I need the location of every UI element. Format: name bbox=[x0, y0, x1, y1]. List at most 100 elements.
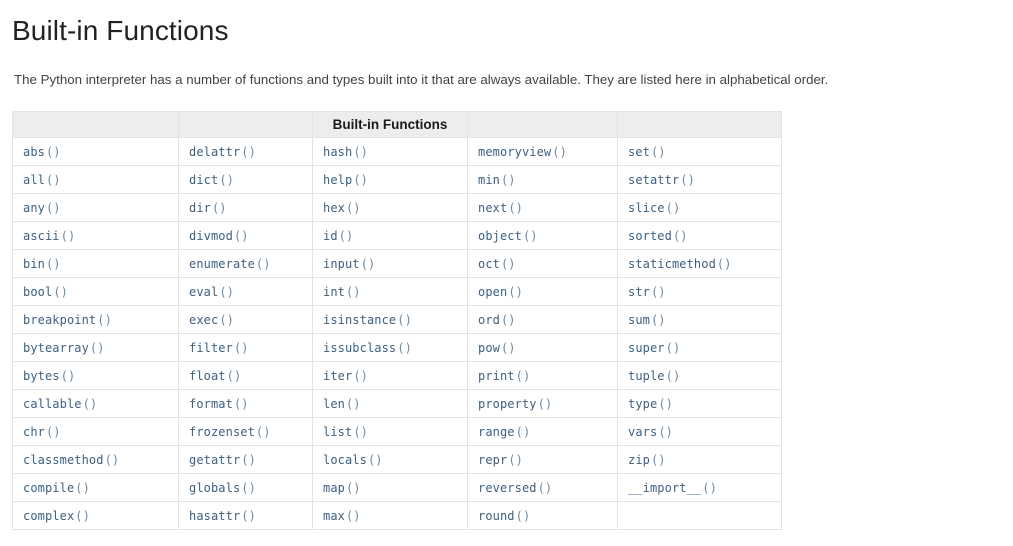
function-link[interactable]: divmod() bbox=[189, 229, 249, 243]
function-cell[interactable]: bytearray() bbox=[12, 333, 179, 362]
function-link[interactable]: dir() bbox=[189, 201, 227, 215]
function-cell[interactable]: zip() bbox=[617, 445, 782, 474]
function-cell[interactable]: sum() bbox=[617, 305, 782, 334]
function-cell[interactable]: float() bbox=[178, 361, 313, 390]
function-link[interactable]: hex() bbox=[323, 201, 361, 215]
function-cell[interactable]: reversed() bbox=[467, 473, 618, 502]
function-link[interactable]: slice() bbox=[628, 201, 680, 215]
function-link[interactable]: vars() bbox=[628, 425, 673, 439]
function-link[interactable]: oct() bbox=[478, 257, 516, 271]
function-link[interactable]: float() bbox=[189, 369, 241, 383]
function-cell[interactable]: max() bbox=[312, 501, 468, 530]
function-link[interactable]: frozenset() bbox=[189, 425, 271, 439]
function-link[interactable]: type() bbox=[628, 397, 673, 411]
function-cell[interactable]: enumerate() bbox=[178, 249, 313, 278]
function-link[interactable]: max() bbox=[323, 509, 361, 523]
function-cell[interactable]: str() bbox=[617, 277, 782, 306]
function-cell[interactable]: tuple() bbox=[617, 361, 782, 390]
function-cell[interactable]: sorted() bbox=[617, 221, 782, 250]
function-link[interactable]: setattr() bbox=[628, 173, 695, 187]
function-cell[interactable]: issubclass() bbox=[312, 333, 468, 362]
function-link[interactable]: compile() bbox=[23, 481, 90, 495]
function-cell[interactable]: bool() bbox=[12, 277, 179, 306]
function-cell[interactable]: repr() bbox=[467, 445, 618, 474]
function-cell[interactable]: locals() bbox=[312, 445, 468, 474]
function-link[interactable]: iter() bbox=[323, 369, 368, 383]
function-cell[interactable]: pow() bbox=[467, 333, 618, 362]
function-cell[interactable]: filter() bbox=[178, 333, 313, 362]
function-link[interactable]: any() bbox=[23, 201, 61, 215]
function-link[interactable]: locals() bbox=[323, 453, 383, 467]
function-cell[interactable]: any() bbox=[12, 193, 179, 222]
function-link[interactable]: input() bbox=[323, 257, 375, 271]
function-cell[interactable]: set() bbox=[617, 137, 782, 166]
function-link[interactable]: print() bbox=[478, 369, 530, 383]
function-link[interactable]: globals() bbox=[189, 481, 256, 495]
function-cell[interactable]: len() bbox=[312, 389, 468, 418]
function-link[interactable]: filter() bbox=[189, 341, 249, 355]
function-cell[interactable]: next() bbox=[467, 193, 618, 222]
function-cell[interactable]: breakpoint() bbox=[12, 305, 179, 334]
function-link[interactable]: __import__() bbox=[628, 481, 717, 495]
function-cell[interactable]: int() bbox=[312, 277, 468, 306]
function-link[interactable]: staticmethod() bbox=[628, 257, 732, 271]
function-cell[interactable]: hash() bbox=[312, 137, 468, 166]
function-link[interactable]: memoryview() bbox=[478, 145, 567, 159]
function-link[interactable]: bytes() bbox=[23, 369, 75, 383]
function-link[interactable]: help() bbox=[323, 173, 368, 187]
function-link[interactable]: pow() bbox=[478, 341, 516, 355]
function-link[interactable]: range() bbox=[478, 425, 530, 439]
function-cell[interactable]: id() bbox=[312, 221, 468, 250]
function-cell[interactable]: print() bbox=[467, 361, 618, 390]
function-cell[interactable]: bytes() bbox=[12, 361, 179, 390]
function-cell[interactable]: setattr() bbox=[617, 165, 782, 194]
function-link[interactable]: zip() bbox=[628, 453, 666, 467]
function-cell[interactable]: map() bbox=[312, 473, 468, 502]
function-cell[interactable]: delattr() bbox=[178, 137, 313, 166]
function-cell[interactable]: ascii() bbox=[12, 221, 179, 250]
function-link[interactable]: id() bbox=[323, 229, 353, 243]
function-link[interactable]: bytearray() bbox=[23, 341, 105, 355]
function-link[interactable]: bool() bbox=[23, 285, 68, 299]
function-link[interactable]: next() bbox=[478, 201, 523, 215]
function-link[interactable]: chr() bbox=[23, 425, 61, 439]
function-link[interactable]: breakpoint() bbox=[23, 313, 112, 327]
function-link[interactable]: getattr() bbox=[189, 453, 256, 467]
function-cell[interactable]: memoryview() bbox=[467, 137, 618, 166]
function-link[interactable]: ascii() bbox=[23, 229, 75, 243]
function-link[interactable]: hash() bbox=[323, 145, 368, 159]
function-cell[interactable]: abs() bbox=[12, 137, 179, 166]
function-cell[interactable]: dir() bbox=[178, 193, 313, 222]
function-link[interactable]: len() bbox=[323, 397, 361, 411]
function-link[interactable]: classmethod() bbox=[23, 453, 119, 467]
function-link[interactable]: min() bbox=[478, 173, 516, 187]
function-cell[interactable]: __import__() bbox=[617, 473, 782, 502]
function-link[interactable]: reversed() bbox=[478, 481, 552, 495]
function-cell[interactable]: open() bbox=[467, 277, 618, 306]
function-cell[interactable]: property() bbox=[467, 389, 618, 418]
function-cell[interactable]: getattr() bbox=[178, 445, 313, 474]
function-cell[interactable]: vars() bbox=[617, 417, 782, 446]
function-link[interactable]: sum() bbox=[628, 313, 666, 327]
function-link[interactable]: object() bbox=[478, 229, 538, 243]
function-cell[interactable]: isinstance() bbox=[312, 305, 468, 334]
function-link[interactable]: enumerate() bbox=[189, 257, 271, 271]
function-cell[interactable]: object() bbox=[467, 221, 618, 250]
function-link[interactable]: eval() bbox=[189, 285, 234, 299]
function-cell[interactable]: list() bbox=[312, 417, 468, 446]
function-link[interactable]: super() bbox=[628, 341, 680, 355]
function-link[interactable]: round() bbox=[478, 509, 530, 523]
function-link[interactable]: dict() bbox=[189, 173, 234, 187]
function-cell[interactable]: eval() bbox=[178, 277, 313, 306]
function-link[interactable]: tuple() bbox=[628, 369, 680, 383]
function-cell[interactable]: range() bbox=[467, 417, 618, 446]
function-cell[interactable]: classmethod() bbox=[12, 445, 179, 474]
function-cell[interactable]: super() bbox=[617, 333, 782, 362]
function-link[interactable]: ord() bbox=[478, 313, 516, 327]
function-cell[interactable]: input() bbox=[312, 249, 468, 278]
function-link[interactable]: repr() bbox=[478, 453, 523, 467]
function-cell[interactable]: oct() bbox=[467, 249, 618, 278]
function-link[interactable]: delattr() bbox=[189, 145, 256, 159]
function-cell[interactable]: format() bbox=[178, 389, 313, 418]
function-link[interactable]: property() bbox=[478, 397, 552, 411]
